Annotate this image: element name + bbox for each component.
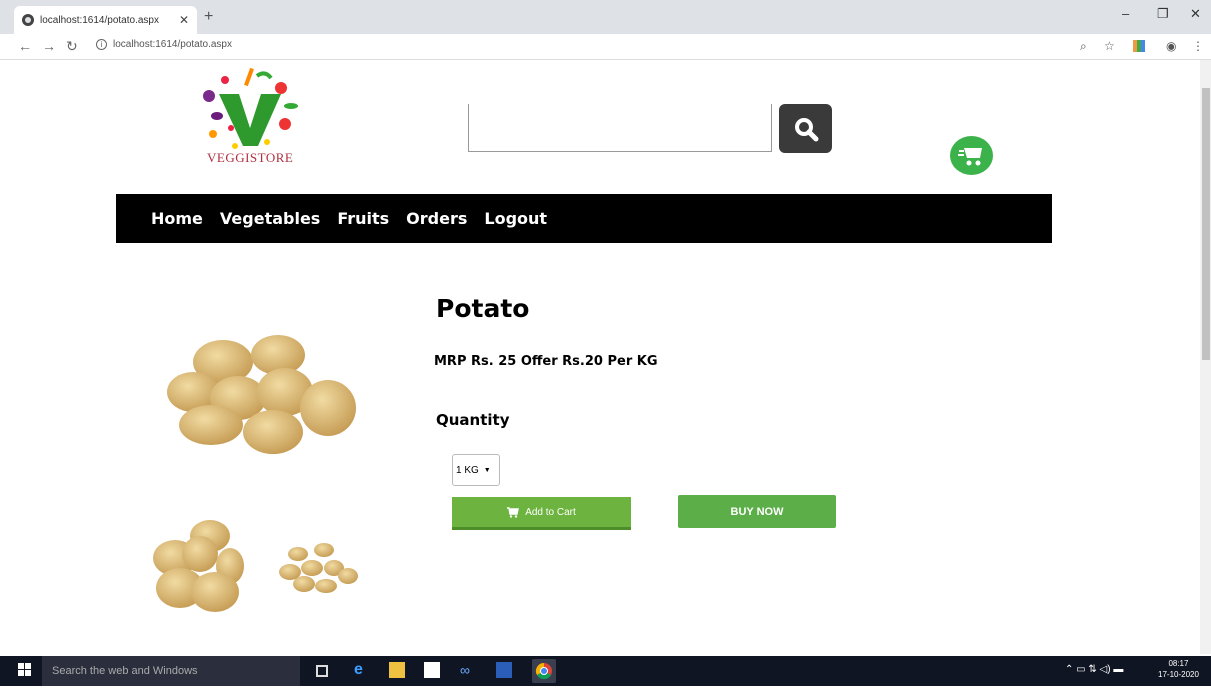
quantity-value: 1 KG: [456, 464, 479, 476]
system-tray[interactable]: ⌃ ▭ ⇅ ◁) ▬: [1065, 664, 1123, 675]
url-text: localhost:1614/potato.aspx: [113, 39, 232, 50]
potato-thumbnail-1[interactable]: [150, 518, 248, 614]
restore-icon[interactable]: ❐: [1157, 6, 1169, 22]
new-tab-icon[interactable]: +: [204, 8, 213, 26]
nav-home[interactable]: Home: [151, 209, 203, 228]
scrollbar-thumb[interactable]: [1202, 88, 1210, 360]
extension-icon[interactable]: [1133, 40, 1145, 52]
file-explorer-icon[interactable]: [389, 662, 405, 678]
store-icon[interactable]: [424, 662, 440, 678]
dropdown-arrow-icon: ▼: [483, 466, 491, 474]
product-title: Potato: [436, 294, 530, 323]
forward-icon[interactable]: →: [42, 38, 56, 54]
product-price: MRP Rs. 25 Offer Rs.20 Per KG: [434, 354, 658, 369]
url-field[interactable]: i localhost:1614/potato.aspx: [96, 39, 232, 50]
close-window-icon[interactable]: ✕: [1190, 6, 1201, 22]
clock-date: 17-10-2020: [1158, 670, 1199, 679]
logo-text: VEGGISTORE: [207, 150, 294, 165]
nav-logout[interactable]: Logout: [484, 209, 547, 228]
info-icon[interactable]: i: [96, 39, 107, 50]
cart-icon: [507, 506, 520, 518]
chrome-icon: [535, 662, 552, 680]
nav-orders[interactable]: Orders: [406, 209, 467, 228]
quantity-select[interactable]: 1 KG ▼: [452, 454, 500, 486]
clock-time: 08:17: [1168, 659, 1189, 668]
browser-tab-strip: localhost:1614/potato.aspx ✕ + – ❐ ✕: [0, 0, 1211, 34]
tab-title: localhost:1614/potato.aspx: [40, 14, 159, 26]
profile-icon[interactable]: ◉: [1166, 39, 1176, 53]
chrome-taskbar-button[interactable]: [532, 659, 556, 683]
task-view-icon[interactable]: [316, 665, 328, 677]
infinity-app-icon[interactable]: ∞: [460, 662, 476, 678]
cart-button[interactable]: [950, 136, 993, 175]
bookmark-star-icon[interactable]: ☆: [1104, 39, 1115, 53]
add-to-cart-label: Add to Cart: [525, 506, 576, 518]
search-input[interactable]: [468, 104, 772, 152]
taskbar-search[interactable]: Search the web and Windows: [42, 656, 300, 686]
main-nav: Home Vegetables Fruits Orders Logout: [116, 194, 1052, 243]
address-bar: ← → ↻ i localhost:1614/potato.aspx ⌕ ☆ ◉…: [0, 34, 1211, 60]
close-tab-icon[interactable]: ✕: [179, 13, 189, 27]
menu-icon[interactable]: ⋮: [1192, 39, 1204, 53]
edge-icon[interactable]: e: [354, 662, 370, 678]
cart-icon: [957, 147, 982, 165]
add-to-cart-button[interactable]: Add to Cart: [452, 497, 631, 530]
buy-now-label: BUY NOW: [730, 505, 784, 518]
buy-now-button[interactable]: BUY NOW: [678, 495, 836, 528]
globe-icon: [22, 14, 34, 26]
nav-fruits[interactable]: Fruits: [337, 209, 389, 228]
browser-tab[interactable]: localhost:1614/potato.aspx ✕: [14, 6, 197, 34]
minimize-icon[interactable]: –: [1122, 6, 1129, 21]
search-button[interactable]: [779, 104, 832, 153]
back-icon[interactable]: ←: [18, 38, 32, 54]
potato-thumbnail-2[interactable]: [278, 540, 360, 594]
zoom-icon[interactable]: ⌕: [1080, 39, 1087, 54]
word-icon[interactable]: [496, 662, 512, 678]
nav-vegetables[interactable]: Vegetables: [220, 209, 320, 228]
potato-main-image[interactable]: [163, 330, 358, 460]
windows-start-icon[interactable]: [18, 663, 32, 677]
taskbar-search-placeholder: Search the web and Windows: [52, 665, 198, 677]
taskbar-clock[interactable]: 08:17 17-10-2020: [1158, 658, 1199, 680]
search-icon: [794, 117, 818, 141]
reload-icon[interactable]: ↻: [66, 38, 78, 55]
quantity-label: Quantity: [436, 411, 510, 429]
